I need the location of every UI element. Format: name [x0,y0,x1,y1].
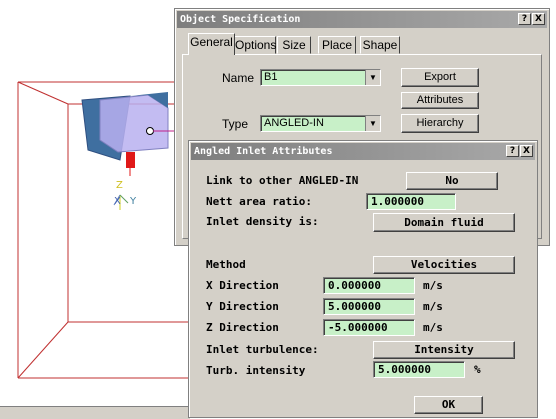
close-button[interactable]: X [532,13,545,25]
density-button[interactable]: Domain fluid [373,213,515,232]
type-combo[interactable]: ANGLED-IN ▼ [260,115,381,132]
y-direction-label: Y Direction [206,300,279,313]
tab-size[interactable]: Size [277,36,311,54]
z-direction-field[interactable]: -5.000000 [323,319,415,336]
nett-area-field[interactable]: 1.000000 [366,193,456,210]
chevron-down-icon[interactable]: ▼ [365,116,380,131]
axis-label-z: Z [116,180,123,191]
name-label: Name [222,71,255,85]
tab-place[interactable]: Place [318,36,356,54]
nett-area-label: Nett area ratio: [206,195,312,208]
turbulence-label: Inlet turbulence: [206,343,319,356]
name-combo[interactable]: B1 ▼ [260,69,381,86]
z-direction-unit: m/s [423,321,443,334]
close-button[interactable]: X [520,145,533,157]
turbulence-button[interactable]: Intensity [373,341,515,359]
name-value: B1 [264,71,278,83]
tab-shape[interactable]: Shape [360,36,400,54]
axis-triad: Z X Y [113,180,137,210]
link-button[interactable]: No [406,172,498,190]
help-button[interactable]: ? [506,145,519,157]
density-label: Inlet density is: [206,215,319,228]
method-label: Method [206,258,246,271]
export-button[interactable]: Export [401,68,479,87]
x-direction-field[interactable]: 0.000000 [323,277,415,294]
type-label: Type [222,117,249,131]
x-direction-unit: m/s [423,279,443,292]
axis-label-x: X [114,196,121,207]
y-direction-field[interactable]: 5.000000 [323,298,415,315]
type-value: ANGLED-IN [264,117,324,129]
chevron-down-icon[interactable]: ▼ [365,70,380,85]
attributes-button[interactable]: Attributes [401,92,479,109]
axis-label-y: Y [129,196,137,207]
tab-general[interactable]: General [188,33,235,55]
z-direction-label: Z Direction [206,321,279,334]
hierarchy-button[interactable]: Hierarchy [401,114,479,133]
y-direction-unit: m/s [423,300,443,313]
turb-intensity-field[interactable]: 5.000000 [373,361,465,378]
help-button[interactable]: ? [518,13,531,25]
turb-intensity-label: Turb. intensity [206,364,306,377]
percent-unit: % [474,363,481,376]
inlet-marker [126,152,135,176]
inlet-attributes-titlebar[interactable]: Angled Inlet Attributes [191,143,535,160]
inlet-object[interactable] [81,92,169,161]
object-spec-titlebar[interactable]: Object Specification [177,11,547,28]
method-button[interactable]: Velocities [373,256,515,274]
x-direction-label: X Direction [206,279,279,292]
ok-button[interactable]: OK [414,396,483,414]
link-label: Link to other ANGLED-IN [206,174,359,187]
status-strip [0,406,190,419]
tab-options[interactable]: Options [234,36,276,54]
